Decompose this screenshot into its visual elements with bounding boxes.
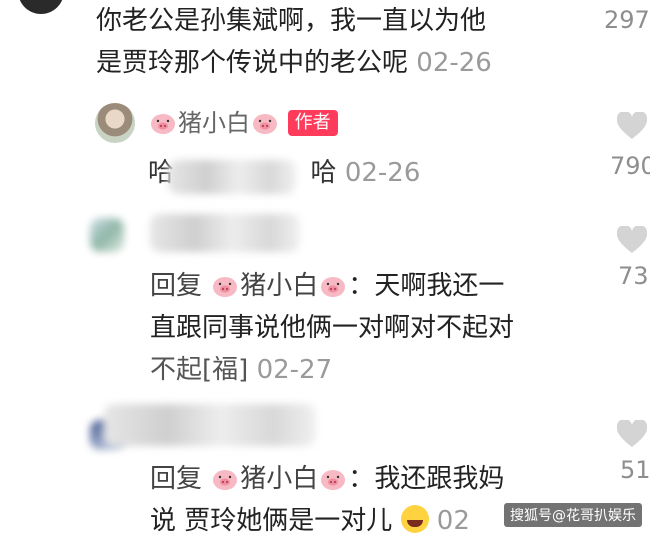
heart-icon[interactable] — [617, 226, 647, 254]
reply-line: 回复 猪小白 ：我还跟我妈 — [150, 458, 504, 500]
pig-emoji-icon — [321, 277, 346, 297]
pig-emoji-icon — [213, 470, 238, 490]
reply-visible-text: 哈 — [310, 158, 337, 188]
reply-line-text: 说 贾玲她俩是一对儿 — [150, 506, 393, 536]
like-count: 790 — [610, 152, 650, 180]
pig-emoji-icon — [321, 470, 346, 490]
heart-icon[interactable] — [617, 420, 647, 448]
reply-line: 说 贾玲她俩是一对儿 02 — [150, 500, 470, 542]
reply-colon: ： — [348, 464, 375, 494]
reply-colon: ： — [348, 271, 375, 301]
pig-emoji-icon — [213, 277, 238, 297]
comment-line: 是贾玲那个传说中的老公呢 — [96, 48, 409, 78]
reply-date: 02-26 — [344, 158, 421, 188]
reply-prefix: 回复 — [150, 464, 203, 494]
avatar[interactable] — [95, 103, 135, 143]
like-count: 51 — [620, 456, 650, 484]
comment-text: 是贾玲那个传说中的老公呢 02-26 — [96, 42, 492, 84]
blurred-region — [168, 160, 296, 194]
reply-prefix: 回复 — [150, 271, 203, 301]
author-name-row: 猪小白 作者 — [148, 106, 338, 140]
watermark: 搜狐号@花哥扒娱乐 — [504, 503, 642, 527]
pig-emoji-icon — [151, 114, 175, 134]
reply-target[interactable]: 猪小白 — [240, 271, 318, 301]
comment-date: 02-26 — [416, 48, 492, 78]
comment-line: 你老公是孙集斌啊，我一直以为他 — [96, 6, 487, 36]
reply-line: 不起[福] 02-27 — [150, 349, 332, 391]
reply-line: 直跟同事说他俩一对啊对不起对 — [150, 307, 514, 349]
blurred-username — [104, 404, 316, 446]
laughing-emoji-icon — [400, 505, 429, 533]
comment-text: 你老公是孙集斌啊，我一直以为他 — [96, 0, 486, 42]
like-count: 297 — [604, 6, 650, 34]
blurred-username — [150, 214, 300, 252]
avatar[interactable] — [18, 0, 64, 14]
author-name[interactable]: 猪小白 — [178, 109, 250, 137]
pig-emoji-icon — [253, 114, 277, 134]
reply-date: 02 — [436, 506, 470, 536]
reply-line-text: 不起[福] — [150, 355, 249, 385]
reply-target[interactable]: 猪小白 — [240, 464, 318, 494]
heart-icon[interactable] — [617, 112, 647, 140]
blurred-avatar — [90, 218, 124, 252]
reply-line-text: 天啊我还一 — [374, 271, 505, 301]
reply-line-text: 我还跟我妈 — [374, 464, 505, 494]
reply-line-text: 直跟同事说他俩一对啊对不起对 — [150, 313, 515, 343]
like-count: 73 — [618, 262, 649, 290]
reply-date: 02-27 — [256, 355, 333, 385]
author-badge: 作者 — [287, 110, 338, 136]
reply-line: 回复 猪小白 ：天啊我还一 — [150, 265, 504, 307]
